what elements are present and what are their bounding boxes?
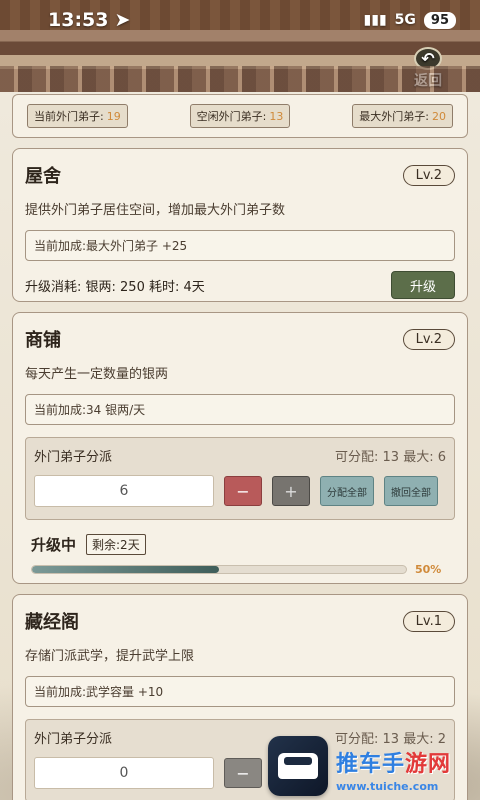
current-bonus: 当前加成:武学容量 +10 <box>25 676 455 707</box>
stat-idle-disciples: 空闲外门弟子: 13 <box>189 104 291 128</box>
back-button[interactable]: ↶ 返回 <box>404 46 452 89</box>
building-card-shop: 商铺 Lv.2 每天产生一定数量的银两 当前加成:34 银两/天 外门弟子分派 … <box>12 312 468 584</box>
site-watermark: 推车手游网 www.tuiche.com <box>336 752 452 793</box>
disciple-count-input[interactable]: 0 <box>34 757 214 789</box>
back-arrow-icon: ↶ <box>414 46 442 70</box>
stat-max-disciples: 最大外门弟子: 20 <box>352 104 453 128</box>
assign-title: 外门弟子分派 <box>34 732 113 747</box>
decrease-button[interactable]: − <box>224 476 262 506</box>
upgrade-progress-fill <box>32 566 219 573</box>
signal-icon: ▮▮▮ <box>363 12 387 28</box>
back-label: 返回 <box>414 72 442 89</box>
decrease-button[interactable]: − <box>224 758 262 788</box>
building-title: 屋舍 <box>25 166 61 187</box>
remaining-time: 剩余:2天 <box>86 534 146 555</box>
level-badge: Lv.2 <box>402 164 455 186</box>
assign-all-button[interactable]: 分配全部 <box>320 476 374 506</box>
app-logo-icon <box>268 736 328 796</box>
increase-button[interactable]: + <box>272 476 310 506</box>
building-description: 每天产生一定数量的银两 <box>25 367 169 382</box>
car-icon <box>278 753 318 779</box>
assign-availability: 可分配: 13 最大: 6 <box>335 450 446 465</box>
palace-header: 13:53 ➤ ▮▮▮ 5G 95 ↶ 返回 <box>0 0 480 92</box>
content-panel: 当前外门弟子: 19 空闲外门弟子: 13 最大外门弟子: 20 屋舍 Lv.2 提供… <box>0 92 480 800</box>
current-bonus: 当前加成:最大外门弟子 +25 <box>25 230 455 261</box>
status-time: 13:53 <box>48 9 109 31</box>
building-title: 藏经阁 <box>25 612 79 633</box>
level-badge: Lv.2 <box>402 328 455 350</box>
assign-availability: 可分配: 13 最大: 2 <box>335 732 446 747</box>
upgrade-progress-bar <box>31 565 407 574</box>
network-type: 5G <box>394 12 416 28</box>
upgrade-button[interactable]: 升级 <box>391 271 455 299</box>
location-arrow-icon: ➤ <box>114 9 131 31</box>
building-title: 商铺 <box>25 330 61 351</box>
upgrading-label: 升级中 <box>31 536 77 554</box>
battery-indicator: 95 <box>423 11 456 29</box>
disciple-stats-bar: 当前外门弟子: 19 空闲外门弟子: 13 最大外门弟子: 20 <box>12 94 468 138</box>
building-description: 存储门派武学，提升武学上限 <box>25 649 195 664</box>
upgrade-cost: 升级消耗: 银两: 250 耗时: 4天 <box>25 279 205 295</box>
disciple-assign-panel: 外门弟子分派 可分配: 13 最大: 6 6 − + 分配全部 撤回全部 <box>25 437 455 520</box>
stat-current-disciples: 当前外门弟子: 19 <box>27 104 128 128</box>
upgrade-progress-percent: 50% <box>415 563 442 576</box>
current-bonus: 当前加成:34 银两/天 <box>25 394 455 425</box>
level-badge: Lv.1 <box>402 610 455 632</box>
building-card-dormitory: 屋舍 Lv.2 提供外门弟子居住空间，增加最大外门弟子数 当前加成:最大外门弟子… <box>12 148 468 302</box>
building-description: 提供外门弟子居住空间，增加最大外门弟子数 <box>25 203 286 218</box>
disciple-count-input[interactable]: 6 <box>34 475 214 507</box>
recall-all-button[interactable]: 撤回全部 <box>384 476 438 506</box>
assign-title: 外门弟子分派 <box>34 450 113 465</box>
status-bar: 13:53 ➤ ▮▮▮ 5G 95 <box>0 0 480 40</box>
